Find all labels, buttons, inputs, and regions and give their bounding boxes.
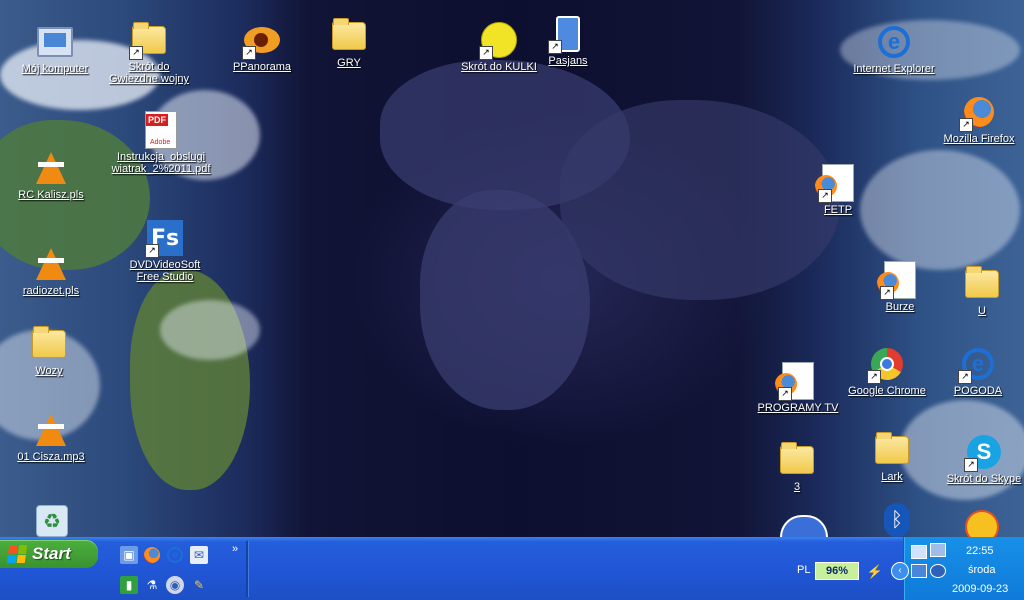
- computer-icon: [37, 27, 73, 57]
- windows-logo-icon: [6, 545, 28, 563]
- quicklaunch-media-icon[interactable]: ◉: [166, 576, 184, 594]
- desktop: Mój komputer ↗ Skrót do Gwiezdne wojny ↗…: [0, 0, 1024, 537]
- desktop-icon-recycle-bin-partial[interactable]: ♻: [36, 505, 68, 537]
- usb-device-icon[interactable]: [911, 564, 927, 578]
- desktop-icon-skype[interactable]: S ↗ Skrót do Skype: [939, 434, 1024, 485]
- bluetooth-icon: ᛒ: [884, 503, 910, 537]
- desktop-icon-3[interactable]: 3: [752, 442, 842, 493]
- shortcut-arrow-icon: ↗: [778, 387, 792, 401]
- desktop-icon-dvdvideosoft[interactable]: Fs ↗ DVDVideoSoft Free Studio: [120, 220, 210, 283]
- desktop-icon-my-computer[interactable]: Mój komputer: [10, 24, 100, 75]
- folder-icon: [965, 266, 999, 298]
- shortcut-arrow-icon: ↗: [242, 46, 256, 60]
- desktop-icon-internet-explorer[interactable]: e Internet Explorer: [849, 24, 939, 75]
- desktop-icon-fetp[interactable]: ↗ FETP: [793, 164, 883, 216]
- start-button[interactable]: Start: [0, 540, 98, 568]
- shortcut-arrow-icon: ↗: [964, 458, 978, 472]
- google-earth-icon: [780, 515, 828, 537]
- clock-time[interactable]: 22:55: [966, 545, 994, 557]
- quicklaunch-more-chevron[interactable]: »: [232, 543, 238, 555]
- taskbar: Start ▣ e ✉ » ▮ ⚗ ◉ ✎ PL 96% ⚡ ‹ 22:55 ś…: [0, 537, 1024, 600]
- shortcut-arrow-icon: ↗: [867, 370, 881, 384]
- desktop-icon-pasjans[interactable]: ↗ Pasjans: [523, 16, 613, 67]
- vlc-cone-icon: [36, 248, 66, 280]
- desktop-icon-ppanorama[interactable]: ↗ PPanorama: [217, 22, 307, 73]
- quicklaunch-messenger-icon[interactable]: ▮: [120, 576, 138, 594]
- desktop-icon-rc-kalisz[interactable]: RC Kalisz.pls: [6, 150, 96, 201]
- quicklaunch-app-icon[interactable]: ✎: [190, 576, 208, 594]
- shortcut-arrow-icon: ↗: [958, 370, 972, 384]
- language-indicator[interactable]: PL: [797, 564, 810, 576]
- desktop-icon-bluetooth-partial[interactable]: ᛒ: [884, 503, 910, 537]
- folder-icon: [875, 432, 909, 464]
- folder-icon: [332, 18, 366, 50]
- network-icon[interactable]: [930, 543, 946, 557]
- network-icon[interactable]: [911, 545, 927, 559]
- quicklaunch-firefox-icon[interactable]: [143, 546, 161, 564]
- shortcut-arrow-icon: ↗: [145, 244, 159, 258]
- shortcut-arrow-icon: ↗: [479, 46, 493, 60]
- desktop-icon-mozilla-firefox[interactable]: ↗ Mozilla Firefox: [934, 94, 1024, 145]
- quicklaunch-outlook-icon[interactable]: ✉: [190, 546, 208, 564]
- desktop-icon-google-chrome[interactable]: ↗ Google Chrome: [842, 346, 932, 397]
- shortcut-arrow-icon: ↗: [959, 118, 973, 132]
- desktop-icon-burze[interactable]: ↗ Burze: [855, 261, 945, 313]
- volume-icon[interactable]: [930, 564, 946, 578]
- quicklaunch-tool-icon[interactable]: ⚗: [143, 576, 161, 594]
- vlc-cone-icon: [36, 152, 66, 184]
- desktop-icon-weather-partial[interactable]: [965, 510, 999, 537]
- clock-date[interactable]: 2009-09-23: [952, 583, 1008, 595]
- desktop-icon-lark[interactable]: Lark: [847, 432, 937, 483]
- clock-day[interactable]: środa: [968, 564, 996, 576]
- shortcut-arrow-icon: ↗: [548, 40, 562, 54]
- system-tray: ‹ 22:55 środa 2009-09-23: [891, 537, 1024, 600]
- internet-explorer-icon: e: [878, 26, 910, 58]
- desktop-icon-u[interactable]: U: [937, 266, 1024, 317]
- desktop-icon-gwiezdne-wojny[interactable]: ↗ Skrót do Gwiezdne wojny: [104, 22, 194, 85]
- tray-expand-chevron-icon[interactable]: ‹: [891, 562, 909, 580]
- folder-icon: [780, 442, 814, 474]
- sun-icon: [965, 510, 999, 537]
- desktop-icon-radiozet[interactable]: radiozet.pls: [6, 246, 96, 297]
- quicklaunch-show-desktop-icon[interactable]: ▣: [120, 546, 138, 564]
- vlc-cone-icon: [36, 414, 66, 446]
- quicklaunch-internet-explorer-icon[interactable]: e: [166, 546, 184, 564]
- desktop-icon-gry[interactable]: GRY: [304, 18, 394, 69]
- recycle-bin-icon: ♻: [36, 505, 68, 537]
- taskbar-separator: [246, 541, 248, 597]
- shortcut-arrow-icon: ↗: [880, 286, 894, 300]
- desktop-icon-wozy[interactable]: Wozy: [4, 326, 94, 377]
- desktop-icon-pogoda[interactable]: e ↗ POGODA: [933, 346, 1023, 397]
- wallpaper-cloud: [860, 150, 1020, 270]
- desktop-icon-cisza-mp3[interactable]: 01 Cisza.mp3: [6, 412, 96, 463]
- folder-icon: [32, 326, 66, 358]
- desktop-icon-instrukcja-pdf[interactable]: PDF Adobe Instrukcja_obslugi wiatrak_2%20…: [112, 111, 210, 175]
- battery-meter[interactable]: 96%: [815, 562, 859, 580]
- desktop-icon-programy-tv[interactable]: ↗ PROGRAMY TV: [753, 362, 843, 414]
- shortcut-arrow-icon: ↗: [818, 189, 832, 203]
- desktop-icon-google-earth-partial[interactable]: [780, 515, 828, 537]
- battery-plug-icon[interactable]: ⚡: [866, 563, 884, 581]
- pdf-icon: PDF Adobe: [145, 111, 177, 149]
- shortcut-arrow-icon: ↗: [129, 46, 143, 60]
- wallpaper-cloud: [160, 300, 260, 360]
